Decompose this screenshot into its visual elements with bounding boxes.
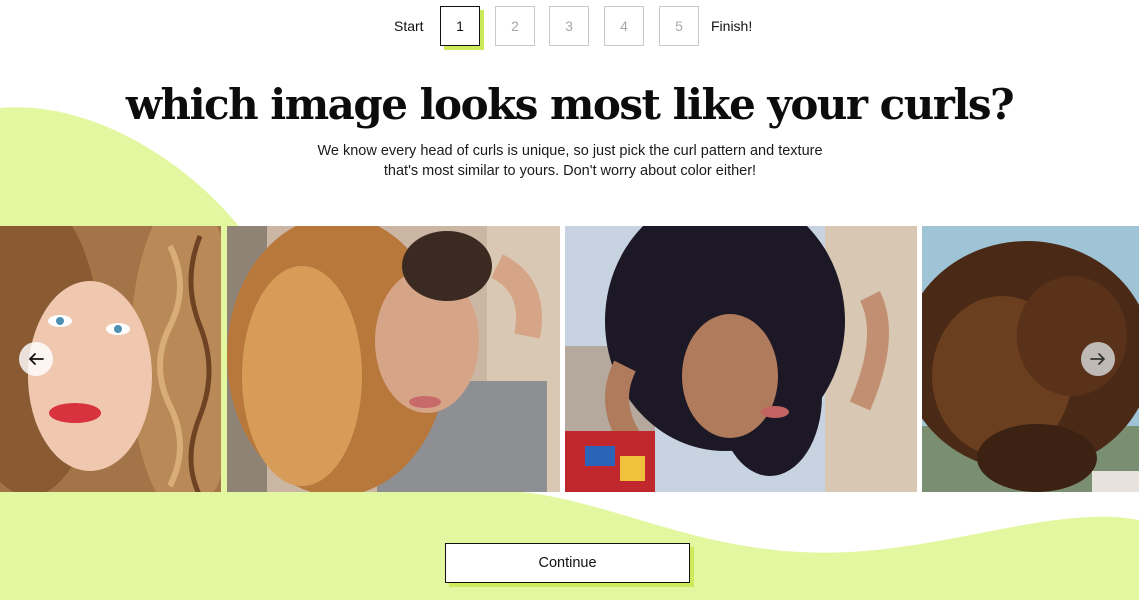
- curl-option-photo-3[interactable]: [565, 226, 917, 492]
- stepper-finish-label: Finish!: [711, 18, 753, 34]
- page-subtitle: We know every head of curls is unique, s…: [317, 143, 823, 179]
- page-title: which image looks most like your curls?: [125, 80, 1015, 129]
- progress-stepper: Start 1 2 3 4 5 Finish!: [0, 6, 1139, 46]
- step-5-button[interactable]: 5: [659, 6, 699, 46]
- step-3-button[interactable]: 3: [549, 6, 589, 46]
- step-4-button[interactable]: 4: [604, 6, 644, 46]
- curl-option-photo-2[interactable]: [227, 226, 560, 492]
- continue-button[interactable]: Continue: [445, 543, 690, 583]
- arrow-right-icon: [1090, 353, 1105, 365]
- carousel-prev-button[interactable]: [19, 342, 53, 376]
- stepper-start-label: Start: [394, 18, 424, 34]
- curl-image-carousel: [0, 226, 1139, 492]
- step-2-button[interactable]: 2: [495, 6, 535, 46]
- carousel-next-button[interactable]: [1081, 342, 1115, 376]
- step-1-button[interactable]: 1: [440, 6, 480, 46]
- arrow-left-icon: [29, 353, 44, 365]
